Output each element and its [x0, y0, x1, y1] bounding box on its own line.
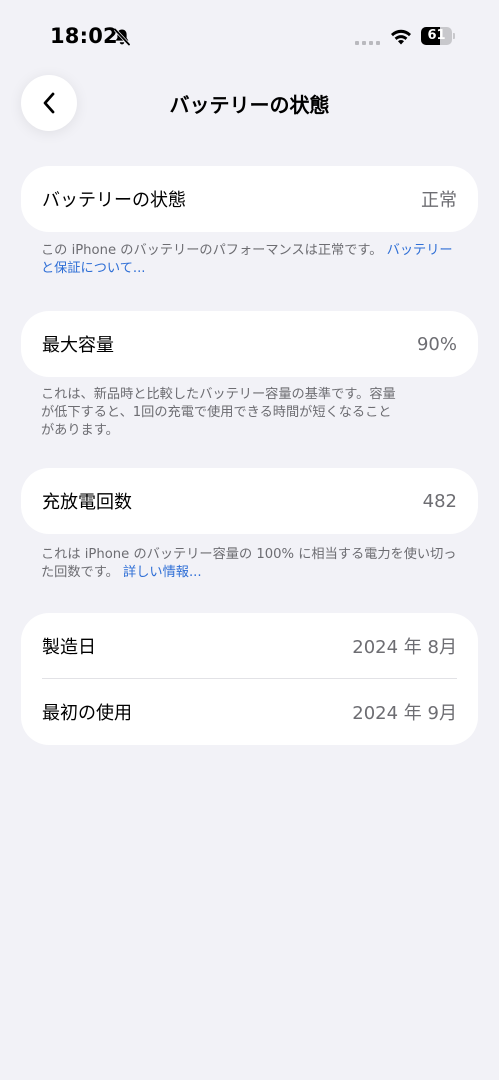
cycle-count-footnote: これは iPhone のバッテリー容量の 100% に相当する電力を使い切った回… — [41, 546, 461, 582]
manufactured-value: 2024 年 8月 — [352, 637, 457, 658]
cycle-count-value: 482 — [422, 490, 457, 512]
max-capacity-value: 90% — [416, 333, 457, 355]
first-use-row: 最初の使用 2024 年 9月 — [21, 679, 478, 745]
cycle-count-footnote-text: これは iPhone のバッテリー容量の 100% に相当する電力を使い切った回… — [41, 547, 457, 580]
max-capacity-footnote: これは、新品時と比較したバッテリー容量の基準です。容量 が低下すると、1回の充電… — [41, 386, 461, 440]
manufactured-label: 製造日 — [42, 637, 96, 658]
battery-health-row: バッテリーの状態 正常 — [21, 166, 478, 232]
status-time: 18:02 — [50, 24, 118, 48]
dates-card: 製造日 2024 年 8月 最初の使用 2024 年 9月 — [21, 613, 478, 745]
cycle-count-label: 充放電回数 — [42, 492, 132, 513]
max-capacity-row: 最大容量 90% — [21, 311, 478, 377]
max-capacity-footnote-line: これは、新品時と比較したバッテリー容量の基準です。容量 — [41, 387, 396, 402]
max-capacity-footnote-line: が低下すると、1回の充電で使用できる時間が短くなること — [41, 405, 392, 420]
battery-icon: 61 — [421, 27, 455, 45]
max-capacity-label: 最大容量 — [42, 335, 114, 356]
more-info-link[interactable]: 詳しい情報... — [123, 565, 202, 580]
max-capacity-card: 最大容量 90% — [21, 311, 478, 377]
manufactured-row: 製造日 2024 年 8月 — [21, 613, 478, 679]
max-capacity-footnote-line: があります。 — [41, 423, 119, 438]
page-title: バッテリーの状態 — [169, 93, 330, 117]
cycle-count-row: 充放電回数 482 — [21, 468, 478, 534]
battery-health-card: バッテリーの状態 正常 — [21, 166, 478, 232]
first-use-value: 2024 年 9月 — [352, 703, 457, 724]
status-bar: 18:02 61 — [0, 0, 499, 70]
battery-level: 61 — [427, 28, 446, 43]
battery-health-footnote: この iPhone のバッテリーのパフォーマンスは正常です。 バッテリーと保証に… — [41, 242, 461, 278]
first-use-label: 最初の使用 — [42, 703, 132, 724]
cycle-count-card: 充放電回数 482 — [21, 468, 478, 534]
battery-health-footnote-text: この iPhone のバッテリーのパフォーマンスは正常です。 — [41, 243, 383, 258]
battery-health-label: バッテリーの状態 — [42, 190, 186, 211]
battery-health-value: 正常 — [421, 190, 457, 211]
cellular-signal-icon — [355, 41, 380, 45]
wifi-icon — [391, 29, 411, 45]
bell-slash-icon — [113, 28, 131, 46]
